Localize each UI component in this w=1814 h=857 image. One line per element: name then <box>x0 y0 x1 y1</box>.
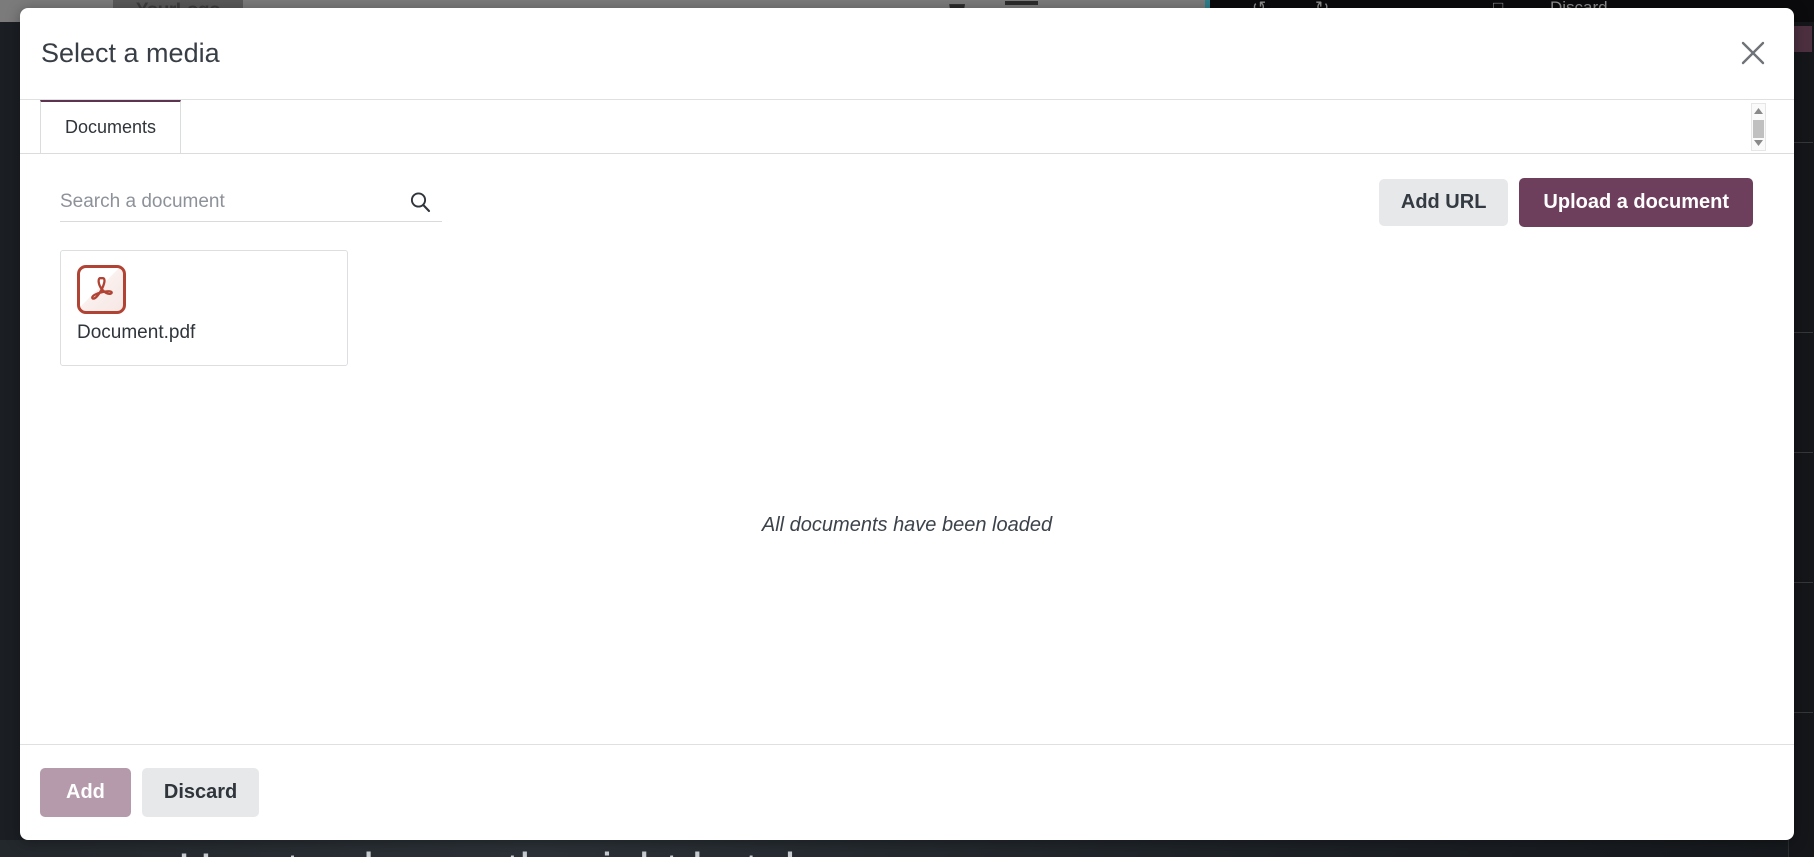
media-toolbar: Add URL Upload a document <box>40 154 1774 250</box>
scroll-up-arrow-icon[interactable] <box>1754 108 1763 114</box>
scroll-down-arrow-icon[interactable] <box>1754 140 1763 146</box>
search-icon[interactable] <box>408 190 432 219</box>
tab-documents[interactable]: Documents <box>40 100 182 153</box>
media-card-document[interactable]: Document.pdf <box>60 250 348 366</box>
search-field-wrapper <box>60 182 442 222</box>
close-icon[interactable] <box>1732 32 1774 74</box>
page-hero-section: How to choose the right hotel <box>0 840 1788 857</box>
select-media-dialog: Select a media Documents Search a docume… <box>20 8 1794 840</box>
media-toolbar-actions: Add URL Upload a document <box>1378 177 1774 227</box>
media-grid: Document.pdf <box>40 250 1774 366</box>
scrollbar-thumb[interactable] <box>1753 120 1764 138</box>
add-button[interactable]: Add <box>40 768 131 817</box>
tabstrip-scrollbar[interactable] <box>1751 103 1766 151</box>
search-input[interactable] <box>60 182 442 222</box>
discard-button[interactable]: Discard <box>141 768 260 817</box>
dialog-body: Add URL Upload a document Document.pdf A… <box>20 154 1794 744</box>
dialog-title: Select a media <box>41 38 220 68</box>
add-url-button[interactable]: Add URL <box>1378 178 1509 226</box>
all-loaded-note: All documents have been loaded <box>761 514 1053 536</box>
upload-document-button[interactable]: Upload a document <box>1519 177 1753 227</box>
pdf-file-icon <box>77 265 126 314</box>
media-type-tabs: Documents <box>20 100 1794 154</box>
hero-title: How to choose the right hotel <box>178 842 795 857</box>
dialog-footer: Add Discard <box>20 744 1794 840</box>
media-card-label: Document.pdf <box>77 322 196 343</box>
tab-documents-label: Documents <box>65 117 157 137</box>
dialog-header: Select a media <box>20 8 1794 100</box>
